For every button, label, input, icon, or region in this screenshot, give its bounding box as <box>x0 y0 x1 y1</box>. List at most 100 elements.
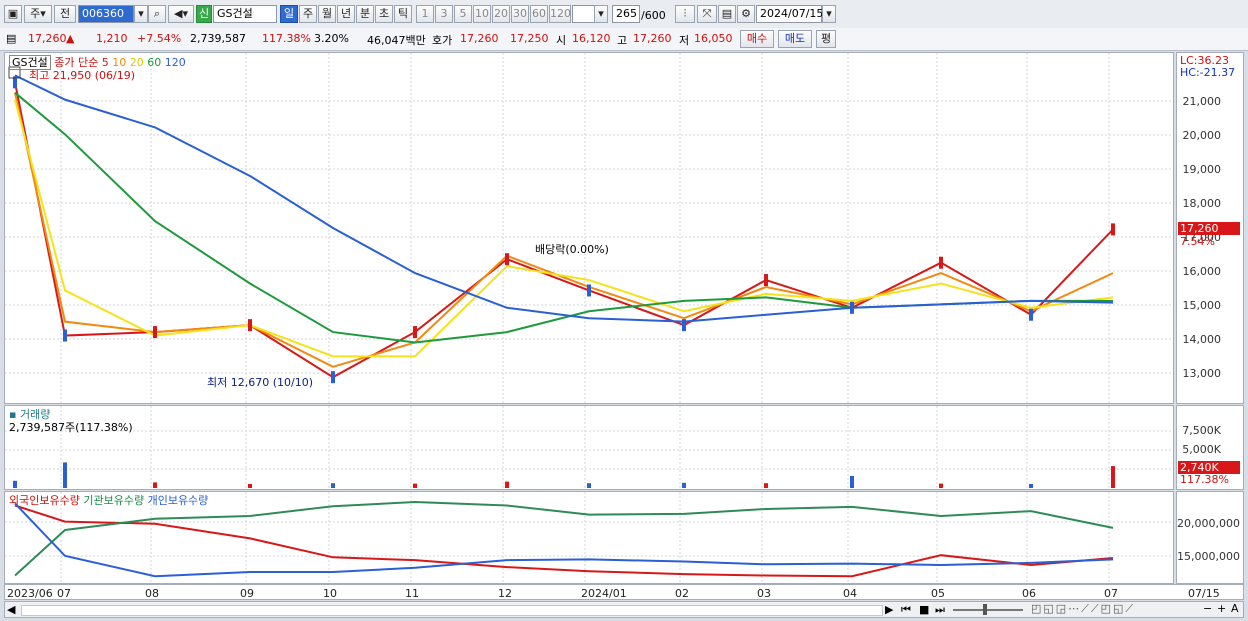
price-tick: 19,000 <box>1182 163 1222 176</box>
volume-ratio: 117.38% <box>262 32 311 45</box>
candle <box>764 274 768 287</box>
interval-20[interactable]: 20 <box>492 5 510 23</box>
scroll-left-icon[interactable]: ◀ <box>7 603 15 616</box>
period-tick[interactable]: 틱 <box>394 5 412 23</box>
interval-60[interactable]: 60 <box>530 5 548 23</box>
zoom-out-icon[interactable]: − <box>1203 602 1212 615</box>
high-price: 17,260 <box>633 32 672 45</box>
period-month[interactable]: 월 <box>318 5 336 23</box>
date-input[interactable]: 2024/07/15 <box>756 5 823 23</box>
interval-30[interactable]: 30 <box>511 5 529 23</box>
count-input[interactable]: 265 <box>612 5 640 23</box>
volume-bar <box>505 481 509 488</box>
interval-5[interactable]: 5 <box>454 5 472 23</box>
zoom-slider-handle[interactable] <box>983 604 987 615</box>
volume-bar <box>939 483 943 488</box>
volume-chart-panel[interactable]: ▪ 거래량 2,739,587주(117.38%) <box>4 405 1174 490</box>
x-tick: 10 <box>323 587 337 600</box>
volume-bar <box>587 483 591 488</box>
menu-icon[interactable]: ▤ <box>6 32 16 45</box>
price-change-pct: +7.54% <box>137 32 182 45</box>
play-icon[interactable]: ▶ <box>885 603 893 616</box>
period-second[interactable]: 초 <box>375 5 393 23</box>
ask-price-2: 17,250 <box>510 32 549 45</box>
volume-tick: 5,000K <box>1182 443 1221 456</box>
volume-current-pct: 117.38% <box>1180 473 1229 486</box>
price-tick: 13,000 <box>1182 367 1222 380</box>
volume-bar <box>153 482 157 488</box>
holdings-line-2 <box>14 502 1114 578</box>
low-price: 16,050 <box>694 32 733 45</box>
scroll-track[interactable] <box>21 605 883 616</box>
price-chart-svg <box>5 53 1173 403</box>
x-tick: 2024/01 <box>581 587 627 600</box>
low-label: 저 <box>679 34 690 47</box>
x-tick: 2023/06 <box>7 587 53 600</box>
candle <box>63 329 67 342</box>
volume-bar <box>1029 484 1033 488</box>
candle-type-icon[interactable]: ⫶ <box>675 5 695 23</box>
current-price-tag: 17,260 <box>1178 222 1240 235</box>
stock-name-field[interactable]: GS건설 <box>213 5 277 23</box>
search-icon[interactable]: ⌕ <box>148 5 166 23</box>
period-week[interactable]: 주 <box>299 5 317 23</box>
candle <box>248 319 252 332</box>
x-tick: 12 <box>498 587 512 600</box>
trade-amount: 46,047백만 <box>367 34 426 47</box>
mode-select[interactable]: 주▾ <box>24 5 52 23</box>
average-button[interactable]: 평 <box>816 30 836 48</box>
dividend-annotation: 배당락(0.00%) <box>535 243 609 256</box>
period-year[interactable]: 년 <box>337 5 355 23</box>
rewind-icon[interactable]: ⏮ <box>901 603 911 617</box>
quote-info-bar: ▤ 17,260 ▲ 1,210 +7.54% 2,739,587 117.38… <box>0 28 1248 51</box>
market-select[interactable]: 전 <box>54 5 76 23</box>
interval-10[interactable]: 10 <box>473 5 491 23</box>
x-tick: 06 <box>1022 587 1036 600</box>
layout-icons[interactable]: ◰◱◲⋯⟋⟋◰◱⟋ <box>1031 602 1135 616</box>
code-dropdown-icon[interactable]: ▾ <box>134 5 148 23</box>
save-icon[interactable]: ▤ <box>718 5 736 23</box>
interval-1[interactable]: 1 <box>416 5 434 23</box>
zoom-slider[interactable] <box>953 609 1023 611</box>
gear-icon[interactable]: ⚙ <box>737 5 755 23</box>
price-axis: LC:36.23 HC:-21.37 21,000 20,000 19,000 … <box>1176 52 1244 404</box>
hc-label: HC:-21.37 <box>1180 66 1236 79</box>
interval-dropdown-icon[interactable]: ▾ <box>594 5 608 23</box>
x-tick: 09 <box>240 587 254 600</box>
x-tick: 05 <box>931 587 945 600</box>
period-minute[interactable]: 분 <box>356 5 374 23</box>
period-day[interactable]: 일 <box>280 5 298 23</box>
sell-button[interactable]: 매도 <box>778 30 812 48</box>
interval-3[interactable]: 3 <box>435 5 453 23</box>
holdings-axis: 20,000,000 15,000,000 <box>1176 491 1244 584</box>
volume-bar <box>331 483 335 488</box>
forward-icon[interactable]: ⏭ <box>935 603 945 617</box>
count-total: /600 <box>641 9 666 22</box>
new-badge: 신 <box>196 5 212 23</box>
window-icon[interactable]: ▣ <box>4 5 22 23</box>
draw-tool-icon[interactable]: ⤧ <box>697 5 717 23</box>
zoom-in-icon[interactable]: + <box>1217 602 1226 615</box>
price-tick: 16,000 <box>1182 265 1222 278</box>
price-chart-panel[interactable]: GS건설 종가 단순 5 10 20 60 120 최고 21,950 (06/… <box>4 52 1174 404</box>
buy-button[interactable]: 매수 <box>740 30 774 48</box>
stop-icon[interactable]: ■ <box>919 603 929 616</box>
interval-120[interactable]: 120 <box>549 5 571 23</box>
price-tick: 20,000 <box>1182 129 1222 142</box>
volume-bar <box>764 483 768 488</box>
high-label: 고 <box>617 34 628 47</box>
price-tick: 18,000 <box>1182 197 1222 210</box>
volume-value-label: 2,739,587주(117.38%) <box>9 421 133 434</box>
holdings-chart-panel[interactable]: 외국인보유수량 기관보유수량 개인보유수량 <box>4 491 1174 584</box>
legend-individual: 개인보유수량 <box>147 494 209 507</box>
volume-tick: 7,500K <box>1182 424 1221 437</box>
turnover-rate: 3.20% <box>314 32 349 45</box>
font-size-icon[interactable]: A <box>1231 602 1239 615</box>
candle <box>505 253 509 266</box>
calendar-icon[interactable]: ▾ <box>822 5 836 23</box>
stock-code-input[interactable]: 006360 <box>78 5 134 23</box>
speaker-icon[interactable]: ◀▾ <box>168 5 194 23</box>
low-annotation: 최저 12,670 (10/10) <box>207 376 314 389</box>
x-tick-right: 07/15 <box>1188 587 1220 600</box>
up-arrow-icon: ▲ <box>66 32 75 45</box>
